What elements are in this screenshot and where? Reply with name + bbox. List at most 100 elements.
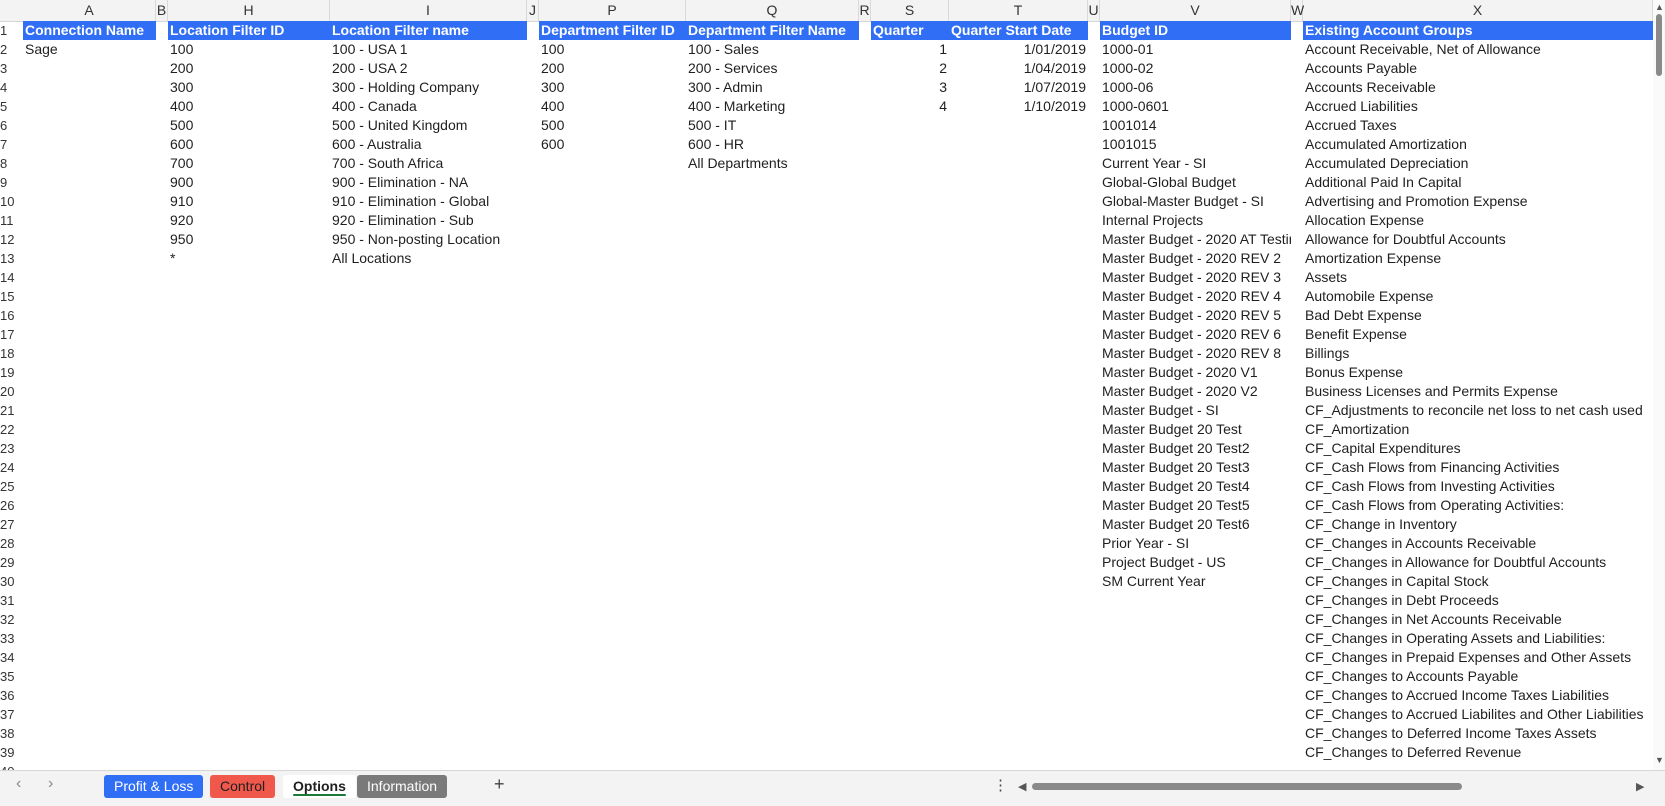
table-cell[interactable]: Sage [23,40,156,59]
header-cell[interactable]: Location Filter ID [168,21,330,40]
table-cell[interactable]: 1001015 [1100,135,1291,154]
table-cell[interactable]: Additional Paid In Capital [1303,173,1653,192]
row-header[interactable]: 32 [0,610,23,629]
table-cell[interactable]: 1001014 [1100,116,1291,135]
table-cell[interactable]: 600 [539,135,686,154]
row-header[interactable]: 26 [0,496,23,515]
table-cell[interactable]: Accumulated Amortization [1303,135,1653,154]
horizontal-scroll-thumb[interactable] [1032,783,1462,790]
row-header[interactable]: 15 [0,287,23,306]
table-cell[interactable]: CF_Changes in Capital Stock [1303,572,1653,591]
table-cell[interactable]: Amortization Expense [1303,249,1653,268]
table-cell[interactable]: Global-Global Budget [1100,173,1291,192]
table-cell[interactable]: 200 [539,59,686,78]
row-header[interactable]: 27 [0,515,23,534]
table-cell[interactable]: CF_Cash Flows from Operating Activities: [1303,496,1653,515]
table-cell[interactable]: Master Budget - 2020 REV 8 [1100,344,1291,363]
table-cell[interactable]: Billings [1303,344,1653,363]
table-cell[interactable]: 600 - Australia [330,135,527,154]
row-header[interactable]: 22 [0,420,23,439]
header-cell[interactable]: Connection Name [23,21,156,40]
table-cell[interactable]: Master Budget - 2020 REV 4 [1100,287,1291,306]
column-header[interactable]: J [527,0,539,21]
table-cell[interactable]: 920 - Elimination - Sub [330,211,527,230]
column-header[interactable]: S [871,0,949,21]
table-cell[interactable]: Master Budget - SI [1100,401,1291,420]
table-cell[interactable]: 950 [168,230,330,249]
header-cell[interactable]: Quarter Start Date [949,21,1088,40]
table-cell[interactable]: Master Budget - 2020 REV 5 [1100,306,1291,325]
table-cell[interactable]: 900 - Elimination - NA [330,173,527,192]
prev-sheet-icon[interactable]: ‹ [16,775,21,793]
table-cell[interactable]: 920 [168,211,330,230]
row-header[interactable]: 34 [0,648,23,667]
column-header[interactable]: T [949,0,1088,21]
table-cell[interactable]: Master Budget 20 Test5 [1100,496,1291,515]
row-header[interactable]: 17 [0,325,23,344]
table-cell[interactable]: 950 - Non-posting Location [330,230,527,249]
header-cell[interactable]: Quarter [871,21,949,40]
row-header[interactable]: 20 [0,382,23,401]
table-cell[interactable]: 1000-06 [1100,78,1291,97]
table-cell[interactable]: 600 [168,135,330,154]
table-cell[interactable]: Master Budget 20 Test4 [1100,477,1291,496]
row-header[interactable]: 6 [0,116,23,135]
table-cell[interactable]: 4 [871,97,949,116]
table-cell[interactable]: 1/01/2019 [949,40,1088,59]
table-cell[interactable]: CF_Capital Expenditures [1303,439,1653,458]
next-sheet-icon[interactable]: › [48,775,53,793]
row-header[interactable]: 9 [0,173,23,192]
table-cell[interactable]: Allocation Expense [1303,211,1653,230]
table-cell[interactable]: 600 - HR [686,135,859,154]
table-cell[interactable]: CF_Changes to Accrued Liabilites and Oth… [1303,705,1653,724]
row-header[interactable]: 11 [0,211,23,230]
table-cell[interactable]: 200 [168,59,330,78]
table-cell[interactable]: 100 - USA 1 [330,40,527,59]
table-cell[interactable]: All Locations [330,249,527,268]
table-cell[interactable]: 100 [539,40,686,59]
table-cell[interactable]: 1/04/2019 [949,59,1088,78]
tab-options[interactable]: Options [283,775,356,798]
table-cell[interactable]: CF_Cash Flows from Investing Activities [1303,477,1653,496]
table-cell[interactable]: 300 - Admin [686,78,859,97]
header-cell[interactable]: Budget ID [1100,21,1291,40]
row-header[interactable]: 5 [0,97,23,116]
column-header[interactable]: I [330,0,527,21]
table-cell[interactable]: CF_Changes to Accounts Payable [1303,667,1653,686]
row-header[interactable]: 23 [0,439,23,458]
row-header[interactable]: 29 [0,553,23,572]
row-header[interactable]: 35 [0,667,23,686]
row-header[interactable]: 28 [0,534,23,553]
scroll-left-icon[interactable]: ◀ [1018,780,1026,793]
column-header[interactable]: P [539,0,686,21]
table-cell[interactable]: 700 - South Africa [330,154,527,173]
scroll-up-icon[interactable]: ▲ [1655,2,1664,12]
table-cell[interactable]: 3 [871,78,949,97]
table-cell[interactable]: 300 - Holding Company [330,78,527,97]
table-cell[interactable]: Master Budget 20 Test2 [1100,439,1291,458]
row-header[interactable]: 18 [0,344,23,363]
row-header[interactable]: 25 [0,477,23,496]
table-cell[interactable]: Accounts Receivable [1303,78,1653,97]
column-header[interactable]: W [1291,0,1304,21]
header-cell[interactable]: Department Filter Name [686,21,859,40]
table-cell[interactable]: Assets [1303,268,1653,287]
row-header[interactable]: 16 [0,306,23,325]
column-header[interactable]: B [156,0,168,21]
row-header[interactable]: 1 [0,21,23,40]
table-cell[interactable]: CF_Cash Flows from Financing Activities [1303,458,1653,477]
table-cell[interactable]: Master Budget 20 Test [1100,420,1291,439]
table-cell[interactable]: Master Budget - 2020 REV 3 [1100,268,1291,287]
table-cell[interactable]: 1000-02 [1100,59,1291,78]
row-header[interactable]: 31 [0,591,23,610]
table-cell[interactable]: Master Budget - 2020 REV 6 [1100,325,1291,344]
table-cell[interactable]: Accounts Payable [1303,59,1653,78]
column-header[interactable]: X [1303,0,1653,21]
row-header[interactable]: 30 [0,572,23,591]
table-cell[interactable]: 1000-01 [1100,40,1291,59]
column-header[interactable]: Q [686,0,859,21]
row-header[interactable]: 4 [0,78,23,97]
row-header[interactable]: 14 [0,268,23,287]
scroll-down-icon[interactable]: ▼ [1655,755,1664,765]
row-header[interactable]: 8 [0,154,23,173]
